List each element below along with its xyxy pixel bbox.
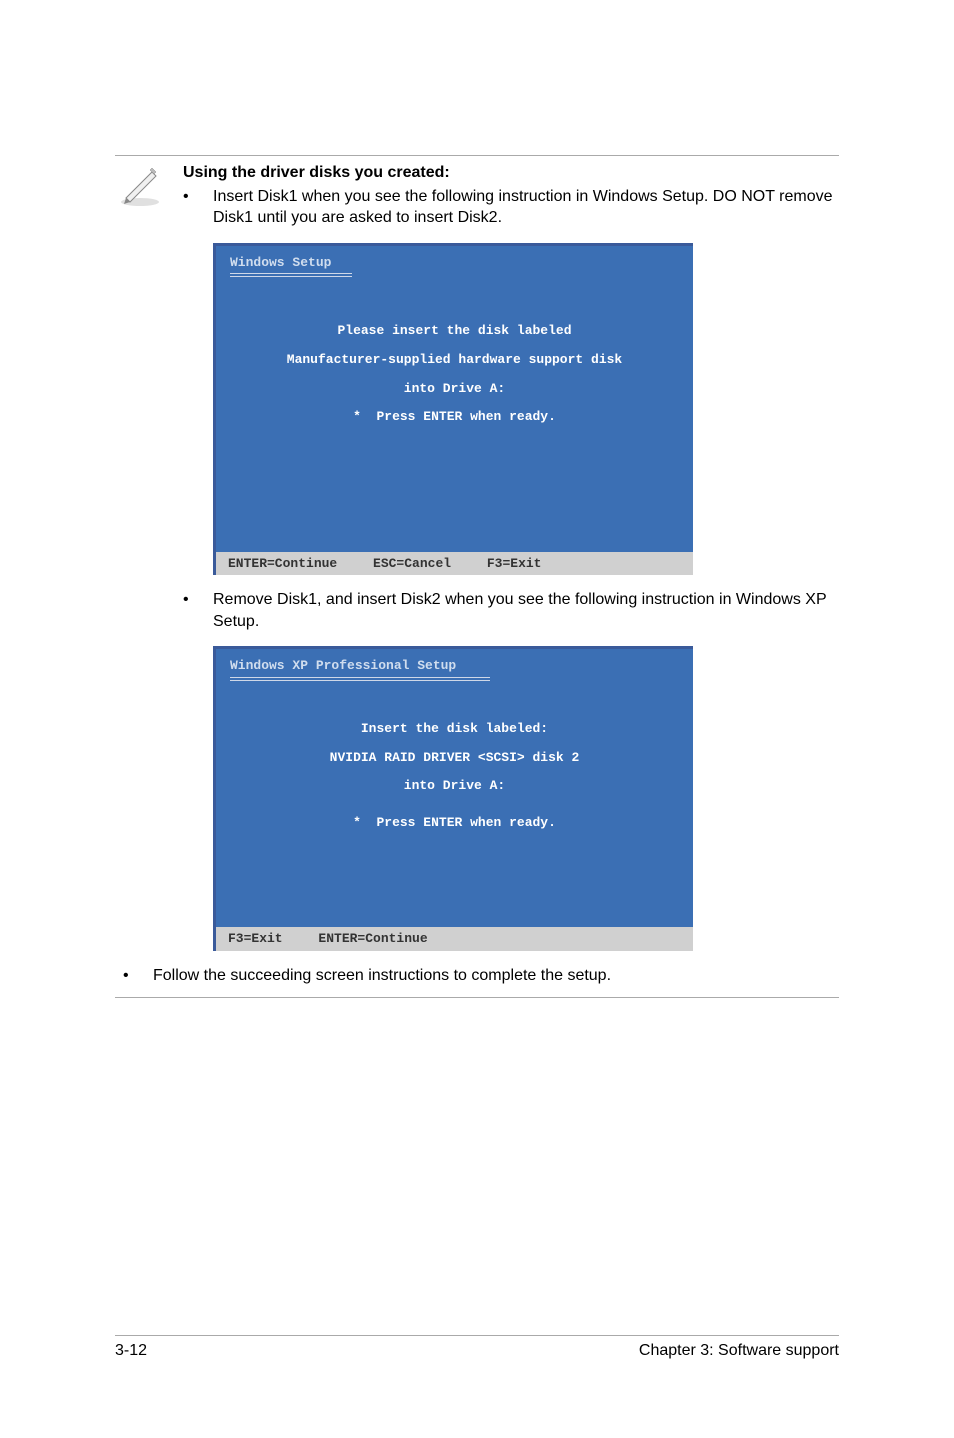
note-body: Using the driver disks you created: • In… — [183, 162, 839, 991]
status-f3: F3=Exit — [487, 556, 542, 571]
status-f3: F3=Exit — [228, 931, 283, 946]
page-number: 3-12 — [115, 1342, 147, 1360]
bios-line: NVIDIA RAID DRIVER <SCSI> disk 2 — [230, 744, 679, 773]
bullet-dot: • — [183, 589, 189, 632]
bios-line: Insert the disk labeled: — [230, 715, 679, 744]
bios-line: Manufacturer-supplied hardware support d… — [230, 346, 679, 375]
bullet-item: • Remove Disk1, and insert Disk2 when yo… — [183, 589, 839, 632]
bios-content: Please insert the disk labeled Manufactu… — [216, 277, 693, 551]
bios-title: Windows Setup — [216, 246, 693, 274]
bullet-text: Remove Disk1, and insert Disk2 when you … — [213, 589, 839, 632]
bullet-text: Follow the succeeding screen instruction… — [153, 965, 839, 987]
bios-content: Insert the disk labeled: NVIDIA RAID DRI… — [216, 681, 693, 927]
bios-window: Windows Setup Please insert the disk lab… — [213, 243, 693, 575]
bios-screenshot-2: Windows XP Professional Setup Insert the… — [213, 646, 839, 950]
bios-window: Windows XP Professional Setup Insert the… — [213, 646, 693, 950]
status-esc: ESC=Cancel — [373, 556, 451, 571]
bios-line: into Drive A: — [230, 375, 679, 404]
bios-line: * Press ENTER when ready. — [230, 403, 679, 432]
bios-line: * Press ENTER when ready. — [230, 809, 679, 838]
bios-title: Windows XP Professional Setup — [216, 649, 693, 677]
page-content: Using the driver disks you created: • In… — [0, 0, 954, 998]
bios-line: Please insert the disk labeled — [230, 317, 679, 346]
bullet-text: Insert Disk1 when you see the following … — [213, 186, 839, 229]
bios-screenshot-1: Windows Setup Please insert the disk lab… — [213, 243, 839, 575]
bios-statusbar: F3=Exit ENTER=Continue — [216, 927, 693, 951]
bullet-dot: • — [123, 965, 129, 987]
pencil-note-icon — [115, 162, 165, 991]
bios-line: into Drive A: — [230, 772, 679, 801]
page-footer: 3-12 Chapter 3: Software support — [115, 1335, 839, 1360]
status-enter: ENTER=Continue — [318, 931, 427, 946]
bullet-dot: • — [183, 186, 189, 229]
bios-statusbar: ENTER=Continue ESC=Cancel F3=Exit — [216, 552, 693, 576]
chapter-title: Chapter 3: Software support — [639, 1342, 839, 1360]
status-enter: ENTER=Continue — [228, 556, 337, 571]
note-heading: Using the driver disks you created: — [183, 162, 839, 184]
note-box: Using the driver disks you created: • In… — [115, 155, 839, 998]
bullet-item: • Insert Disk1 when you see the followin… — [183, 186, 839, 229]
bullet-item: • Follow the succeeding screen instructi… — [123, 965, 839, 987]
